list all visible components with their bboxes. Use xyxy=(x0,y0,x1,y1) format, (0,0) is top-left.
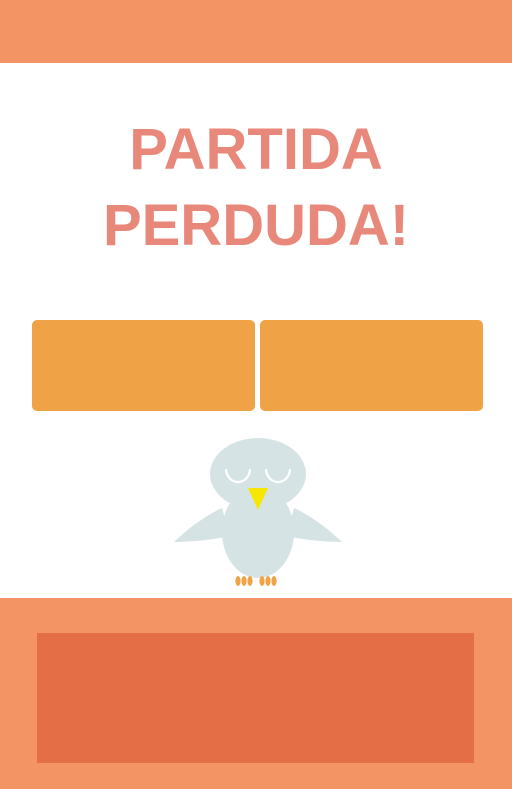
sleeping-owl-icon xyxy=(174,438,342,586)
game-over-title: PARTIDA PERDUDA! xyxy=(0,112,512,264)
title-line-1: PARTIDA xyxy=(129,117,383,182)
footer-action-panel[interactable] xyxy=(37,633,474,763)
option-button-right[interactable] xyxy=(260,320,483,411)
header-bar xyxy=(0,0,512,63)
title-line-2: PERDUDA! xyxy=(102,193,410,258)
option-button-left[interactable] xyxy=(32,320,255,411)
